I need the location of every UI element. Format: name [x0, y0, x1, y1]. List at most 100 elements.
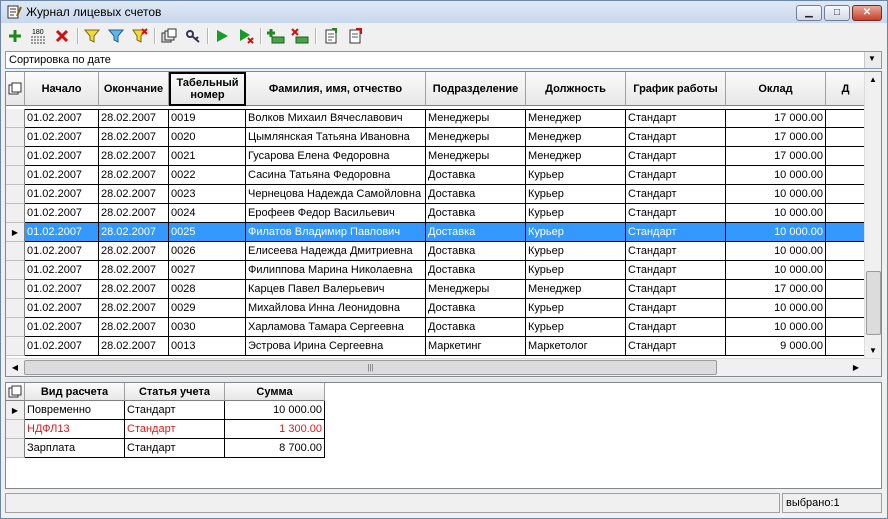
minimize-button[interactable]: ▁ [796, 5, 822, 21]
table-row[interactable]: 01.02.2007 28.02.2007 0024 Ерофеев Федор Ва… [6, 204, 866, 223]
sort-button[interactable]: 180 [29, 27, 47, 45]
table-cell[interactable]: Стандарт [125, 401, 225, 420]
document-edit-button[interactable] [346, 27, 364, 45]
table-cell[interactable]: Волков Михаил Вячеславович [246, 109, 426, 128]
table-row[interactable]: ▶ Повременно Стандарт 10 000.00 [6, 401, 326, 420]
table-row[interactable]: 01.02.2007 28.02.2007 0020 Цымлянская Татья… [6, 128, 866, 147]
table-row[interactable]: 01.02.2007 28.02.2007 0030 Харламова Тамара… [6, 318, 866, 337]
table-cell[interactable]: Сасина Татьяна Федоровна [246, 166, 426, 185]
table-cell[interactable]: 01.02.2007 [25, 299, 99, 318]
column-header[interactable]: Статья учета [125, 383, 225, 401]
table-cell[interactable]: Стандарт [626, 109, 726, 128]
table-cell[interactable]: Менеджеры [426, 109, 526, 128]
table-cell[interactable]: 01.02.2007 [25, 204, 99, 223]
table-cell[interactable]: Стандарт [125, 420, 225, 439]
table-cell[interactable]: 28.02.2007 [99, 242, 169, 261]
table-cell[interactable]: 28.02.2007 [99, 280, 169, 299]
row-indicator[interactable] [6, 439, 25, 458]
scroll-down-arrow[interactable]: ▼ [865, 343, 881, 359]
scroll-up-arrow[interactable]: ▲ [865, 72, 881, 88]
table-cell[interactable]: 10 000.00 [726, 166, 826, 185]
scroll-thumb[interactable] [866, 271, 881, 335]
table-cell[interactable]: 9 000.00 [726, 337, 826, 356]
table-cell[interactable]: Гусарова Елена Федоровна [246, 147, 426, 166]
table-cell[interactable]: 10 000.00 [726, 242, 826, 261]
table-cell[interactable]: Стандарт [626, 223, 726, 242]
table-cell[interactable]: Доставка [426, 318, 526, 337]
table-cell[interactable]: Менеджер [526, 147, 626, 166]
column-header[interactable]: Табельный номер [169, 72, 246, 106]
table-row[interactable]: 01.02.2007 28.02.2007 0026 Елисеева Надежда… [6, 242, 866, 261]
table-row[interactable]: Зарплата Стандарт 8 700.00 [6, 439, 326, 458]
table-cell[interactable]: 01.02.2007 [25, 242, 99, 261]
table-cell[interactable]: 0020 [169, 128, 246, 147]
table-cell[interactable]: НДФЛ13 [25, 420, 125, 439]
column-header[interactable]: Оклад [726, 72, 826, 106]
table-cell[interactable]: 28.02.2007 [99, 318, 169, 337]
table-cell[interactable] [826, 128, 866, 147]
table-cell[interactable]: 01.02.2007 [25, 337, 99, 356]
table-cell[interactable]: Елисеева Надежда Дмитриевна [246, 242, 426, 261]
table-row[interactable]: 01.02.2007 28.02.2007 0013 Эстрова Ирина Се… [6, 337, 866, 356]
row-indicator[interactable] [6, 185, 25, 204]
table-cell[interactable]: 28.02.2007 [99, 166, 169, 185]
table-cell[interactable]: 0026 [169, 242, 246, 261]
table-cell[interactable]: Курьер [526, 204, 626, 223]
table-cell[interactable]: Курьер [526, 318, 626, 337]
table-row[interactable]: НДФЛ13 Стандарт 1 300.00 [6, 420, 326, 439]
column-header[interactable]: Должность [526, 72, 626, 106]
table-cell[interactable] [826, 109, 866, 128]
add-account-button[interactable] [267, 27, 285, 45]
table-cell[interactable]: Стандарт [626, 166, 726, 185]
table-cell[interactable] [826, 223, 866, 242]
scroll-right-arrow[interactable]: ▶ [849, 361, 863, 374]
filter-button[interactable] [83, 27, 101, 45]
table-cell[interactable]: 28.02.2007 [99, 299, 169, 318]
table-cell[interactable]: Менеджеры [426, 147, 526, 166]
table-cell[interactable]: Эстрова Ирина Сергеевна [246, 337, 426, 356]
row-indicator[interactable] [6, 318, 25, 337]
table-cell[interactable]: 8 700.00 [225, 439, 325, 458]
table-cell[interactable]: 0019 [169, 109, 246, 128]
table-cell[interactable]: 17 000.00 [726, 147, 826, 166]
table-cell[interactable]: Менеджер [526, 109, 626, 128]
row-indicator[interactable] [6, 242, 25, 261]
table-cell[interactable]: Доставка [426, 261, 526, 280]
table-row[interactable]: 01.02.2007 28.02.2007 0021 Гусарова Елена Ф… [6, 147, 866, 166]
table-cell[interactable]: Доставка [426, 204, 526, 223]
table-cell[interactable]: 0028 [169, 280, 246, 299]
table-cell[interactable]: 0023 [169, 185, 246, 204]
table-cell[interactable]: Стандарт [626, 242, 726, 261]
table-cell[interactable]: 01.02.2007 [25, 185, 99, 204]
table-cell[interactable]: 01.02.2007 [25, 261, 99, 280]
column-header[interactable]: Окончание [99, 72, 169, 106]
table-cell[interactable]: Михайлова Инна Леонидовна [246, 299, 426, 318]
document-button[interactable] [322, 27, 340, 45]
table-cell[interactable]: 10 000.00 [726, 318, 826, 337]
scroll-hthumb[interactable]: ||| [24, 360, 717, 375]
table-cell[interactable]: 0013 [169, 337, 246, 356]
table-cell[interactable] [826, 318, 866, 337]
table-cell[interactable]: 1 300.00 [225, 420, 325, 439]
table-corner[interactable] [6, 383, 25, 401]
row-indicator[interactable] [6, 280, 25, 299]
link-button[interactable] [184, 27, 202, 45]
table-cell[interactable]: Доставка [426, 299, 526, 318]
sort-select[interactable]: Сортировка по дате ▼ [5, 51, 882, 69]
table-cell[interactable]: Стандарт [626, 299, 726, 318]
table-cell[interactable]: 10 000.00 [726, 261, 826, 280]
table-cell[interactable]: 28.02.2007 [99, 185, 169, 204]
table-cell[interactable]: Маркетинг [426, 337, 526, 356]
table-cell[interactable]: Стандарт [626, 280, 726, 299]
table-cell[interactable]: 10 000.00 [726, 299, 826, 318]
table-cell[interactable]: 17 000.00 [726, 128, 826, 147]
column-header[interactable]: Сумма [225, 383, 325, 401]
table-cell[interactable]: 0025 [169, 223, 246, 242]
row-indicator[interactable] [6, 147, 25, 166]
table-row[interactable]: 01.02.2007 28.02.2007 0027 Филиппова Марина… [6, 261, 866, 280]
table-row[interactable]: 01.02.2007 28.02.2007 0019 Волков Михаил Вя… [6, 109, 866, 128]
table-cell[interactable]: 10 000.00 [225, 401, 325, 420]
table-cell[interactable] [826, 280, 866, 299]
table-cell[interactable]: 17 000.00 [726, 109, 826, 128]
table-cell[interactable]: Курьер [526, 242, 626, 261]
